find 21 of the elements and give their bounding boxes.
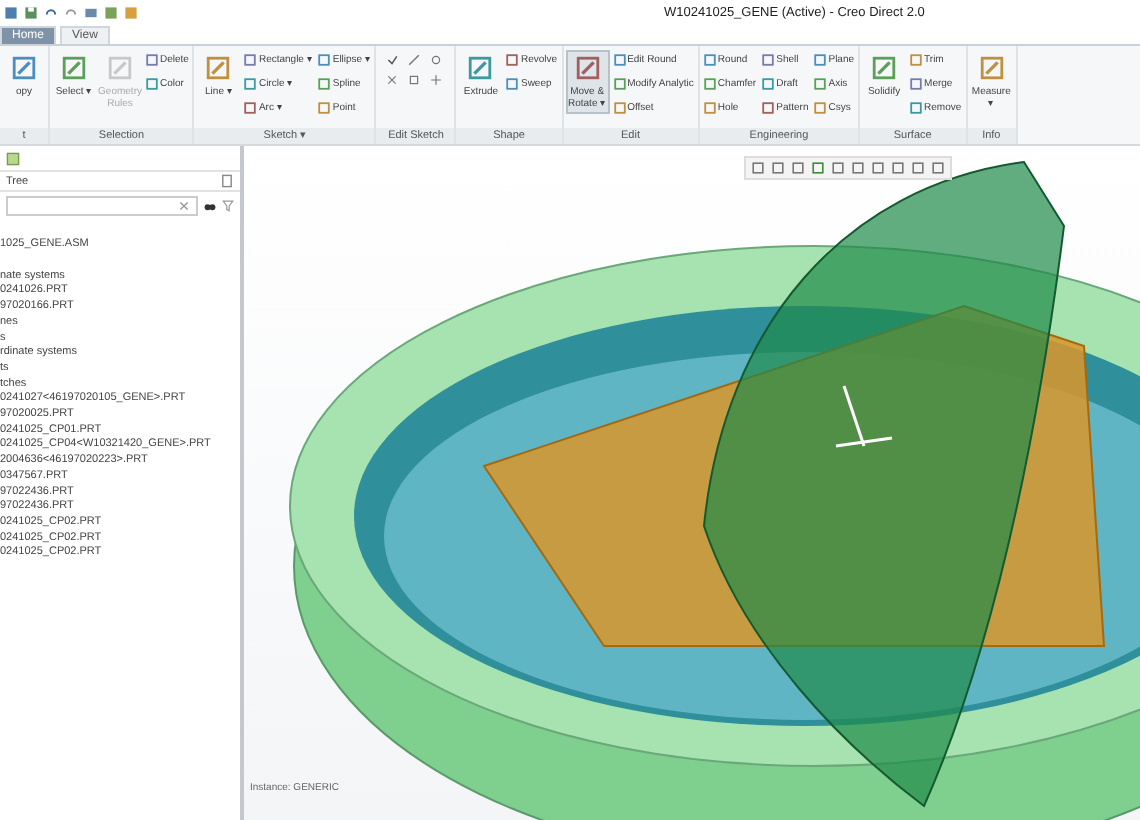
save-icon[interactable]: [24, 5, 38, 19]
tool-icon: [60, 54, 88, 82]
tool-icon: [870, 54, 899, 82]
tool-icon: [204, 54, 233, 82]
undo-icon[interactable]: [44, 5, 58, 19]
tool-icon: [106, 54, 134, 82]
tool-icon: [10, 54, 38, 82]
search-field[interactable]: [6, 196, 198, 216]
line-icon[interactable]: [408, 54, 421, 66]
checkmark-icon[interactable]: [386, 54, 399, 66]
tool-icon: [977, 54, 1006, 82]
circle-icon[interactable]: [430, 54, 443, 66]
plus-icon[interactable]: [430, 74, 443, 86]
redo-icon[interactable]: [64, 5, 78, 19]
filter-icon[interactable]: [222, 200, 234, 212]
search-icon[interactable]: [204, 200, 216, 212]
close-icon[interactable]: [178, 200, 190, 212]
cross-icon[interactable]: [386, 74, 399, 86]
tool-icon: [466, 54, 495, 82]
square-icon[interactable]: [408, 74, 421, 86]
tool-icon: [573, 54, 602, 82]
